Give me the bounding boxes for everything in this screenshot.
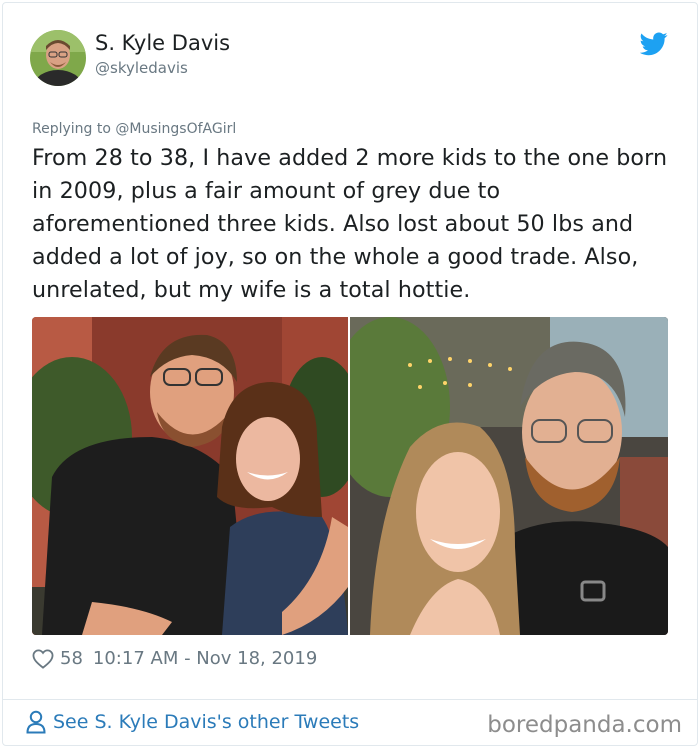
- photo-then[interactable]: [32, 317, 362, 635]
- watermark: boredpanda.com: [487, 712, 682, 738]
- other-tweets-link[interactable]: See S. Kyle Davis's other Tweets: [26, 710, 359, 734]
- author-name[interactable]: S. Kyle Davis: [95, 31, 230, 55]
- author-avatar[interactable]: [30, 30, 86, 86]
- reply-mention-link[interactable]: @MusingsOfAGirl: [115, 121, 236, 137]
- replying-prefix: Replying to: [32, 121, 116, 137]
- heart-icon[interactable]: [32, 648, 54, 669]
- photo-now[interactable]: [330, 317, 668, 635]
- replying-to: Replying to @MusingsOfAGirl: [32, 121, 236, 137]
- tweet-photos: [32, 317, 668, 635]
- footer-divider: [2, 699, 698, 700]
- author-handle[interactable]: @skyledavis: [95, 59, 188, 77]
- like-count[interactable]: 58: [60, 648, 83, 669]
- twitter-bird-icon[interactable]: [639, 32, 668, 56]
- other-tweets-label[interactable]: See S. Kyle Davis's other Tweets: [53, 711, 359, 733]
- person-icon: [26, 710, 46, 734]
- tweet-timestamp[interactable]: 10:17 AM - Nov 18, 2019: [93, 648, 317, 669]
- tweet-meta: 58 10:17 AM - Nov 18, 2019: [32, 648, 317, 669]
- tweet-text: From 28 to 38, I have added 2 more kids …: [32, 145, 668, 303]
